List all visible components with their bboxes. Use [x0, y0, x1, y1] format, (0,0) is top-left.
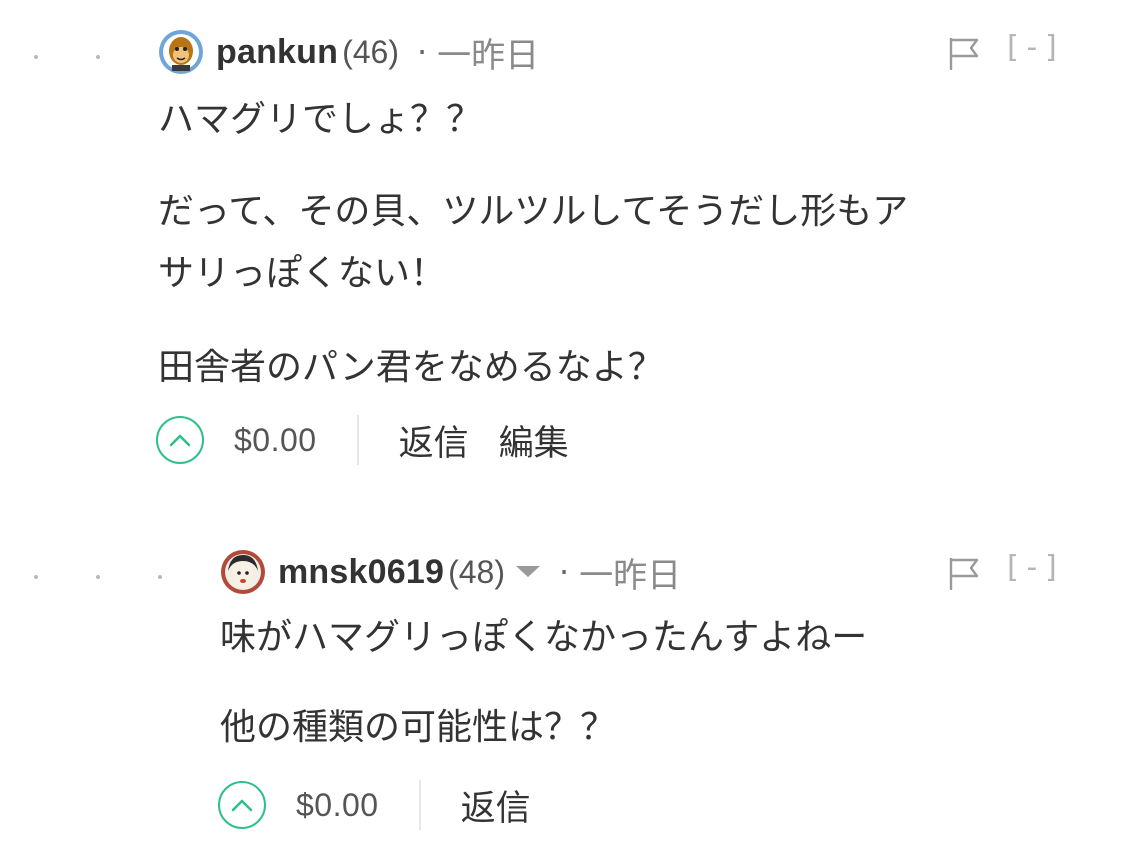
upvote-button[interactable]	[156, 416, 204, 464]
collapse-toggle[interactable]: [-]	[1003, 550, 1063, 585]
chevron-up-icon	[169, 434, 191, 447]
caret-down-icon[interactable]	[515, 563, 541, 582]
chevron-up-icon	[231, 799, 253, 812]
flag-icon[interactable]	[947, 36, 981, 76]
comment-text: 味がハマグリっぽくなかったんすよねー	[220, 617, 868, 658]
footer-divider	[356, 415, 359, 465]
author-reputation: (48)	[448, 553, 505, 590]
footer-divider	[418, 780, 421, 830]
person-avatar-icon[interactable]	[220, 549, 266, 595]
comment: pankun (46) · 一昨日 [-] ハマグリでしょ？？ だって、その貝、…	[0, 0, 1125, 500]
edit-link[interactable]: 編集	[499, 415, 569, 466]
comment-timestamp[interactable]: 一昨日	[437, 28, 539, 77]
thread-depth-dot	[96, 575, 100, 579]
reply-link[interactable]: 返信	[461, 780, 531, 831]
comment-text: だって、その貝、ツルツルしてそうだし形もア	[158, 191, 909, 232]
thread-depth-dot	[96, 55, 100, 59]
thread-depth-dot	[34, 55, 38, 59]
author-name[interactable]: mnsk0619	[278, 553, 444, 592]
comment-text: ハマグリでしょ？？	[158, 99, 483, 140]
author-reputation: (46)	[342, 33, 399, 70]
comment-header: mnsk0619 (48) · 一昨日	[220, 548, 681, 596]
header-separator: ·	[558, 553, 570, 591]
flag-icon[interactable]	[947, 556, 981, 596]
comment: mnsk0619 (48) · 一昨日 [-] 味がハマグリっぽくなかったんすよ…	[0, 520, 1125, 859]
comment-text: 他の種類の可能性は？？	[220, 707, 617, 748]
collapse-toggle[interactable]: [-]	[1003, 30, 1063, 65]
comment-footer: $0.00 返信	[218, 775, 531, 835]
thread-depth-dot	[158, 575, 162, 579]
monkey-avatar-icon[interactable]	[158, 29, 204, 75]
payout-value[interactable]: $0.00	[296, 787, 379, 824]
comment-footer: $0.00 返信 編集	[156, 410, 569, 470]
payout-value[interactable]: $0.00	[234, 422, 317, 459]
comment-timestamp[interactable]: 一昨日	[579, 548, 681, 597]
upvote-button[interactable]	[218, 781, 266, 829]
comment-header: pankun (46) · 一昨日	[158, 28, 539, 76]
header-separator: ·	[417, 33, 428, 71]
author-name[interactable]: pankun	[216, 33, 338, 72]
comment-text: サリっぽくない！	[158, 253, 447, 294]
comment-text: 田舎者のパン君をなめるなよ？	[158, 347, 664, 388]
thread-depth-dot	[34, 575, 38, 579]
reply-link[interactable]: 返信	[399, 415, 469, 466]
